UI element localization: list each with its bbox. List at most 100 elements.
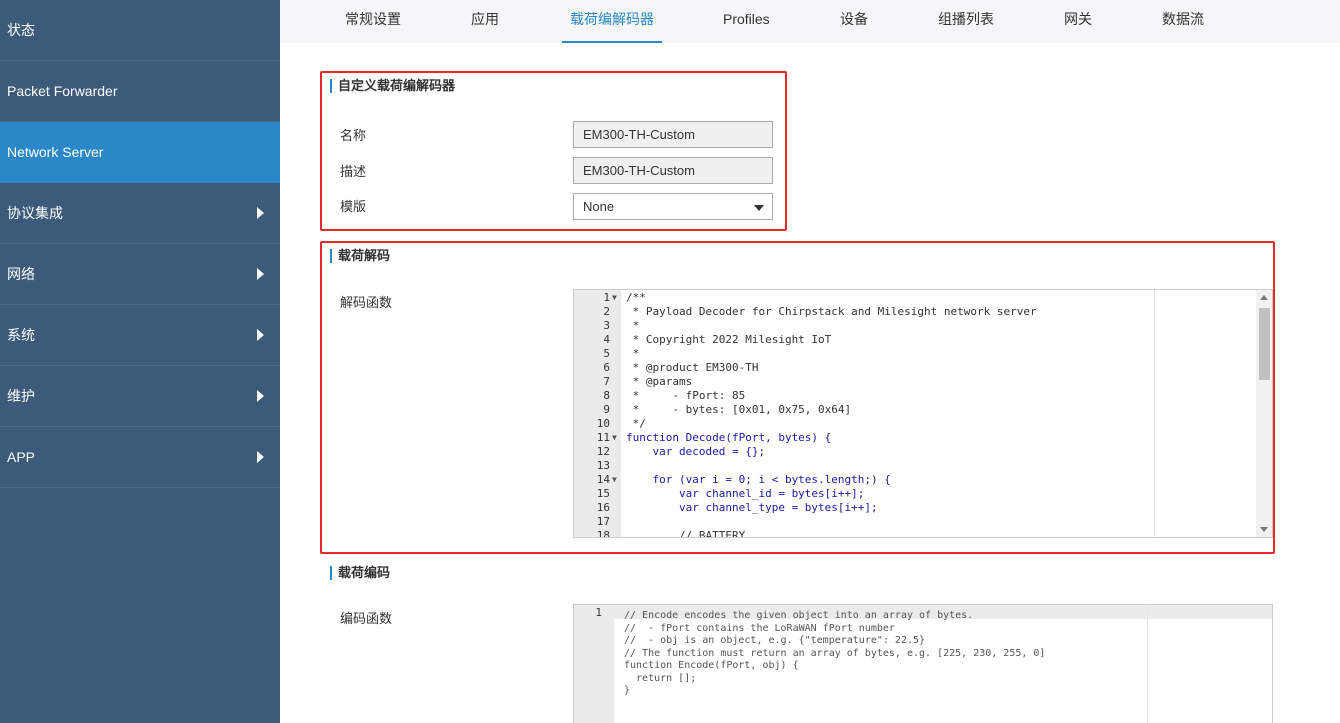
code-line: 18 // BATTERY	[574, 529, 1256, 538]
code-text: */	[626, 417, 646, 430]
code-line: 14 ▼ for (var i = 0; i < bytes.length;) {	[574, 473, 1256, 487]
sidebar-item-label: APP	[7, 449, 36, 465]
decoder-code-lines: 1 ▼/** 2 * Payload Decoder for Chirpstack …	[574, 291, 1256, 538]
scroll-up-icon[interactable]	[1260, 295, 1268, 300]
sidebar-item-protocol-integration[interactable]: 协议集成	[0, 183, 280, 244]
name-input[interactable]: EM300-TH-Custom	[573, 121, 773, 148]
line-number: 16	[596, 501, 610, 514]
code-line: 3 *	[574, 319, 1256, 333]
description-input[interactable]: EM300-TH-Custom	[573, 157, 773, 184]
code-text: * Copyright 2022 Milesight IoT	[626, 333, 832, 346]
line-number-gutter	[574, 605, 614, 723]
tab-gateways[interactable]: 网关	[1064, 0, 1092, 43]
code-text: // BATTERY	[626, 529, 746, 538]
line-number: 7	[603, 375, 610, 388]
code-text: * Payload Decoder for Chirpstack and Mil…	[626, 305, 1037, 318]
scroll-down-icon[interactable]	[1260, 527, 1268, 532]
line-number: 1	[595, 606, 602, 619]
code-text: var channel_type = bytes[i++];	[626, 501, 878, 514]
code-line: // The function must return an array of …	[624, 647, 1046, 659]
decoder-code-editor[interactable]: 1 ▼/** 2 * Payload Decoder for Chirpstack …	[573, 289, 1273, 538]
code-text: var decoded = {};	[626, 445, 766, 458]
code-text: * - fPort: 85	[626, 389, 746, 402]
tab-profiles[interactable]: Profiles	[723, 0, 770, 43]
code-line: 11 ▼ function Decode(fPort, bytes) {	[574, 431, 1256, 445]
sidebar-item-label: Network Server	[7, 144, 104, 160]
sidebar-item-packet-forwarder[interactable]: Packet Forwarder	[0, 61, 280, 122]
code-line: 7 * @params	[574, 375, 1256, 389]
sidebar-item-label: 系统	[7, 327, 35, 343]
sidebar-item-label: 网络	[7, 266, 35, 282]
fold-toggle-icon[interactable]: ▼	[612, 473, 617, 487]
sidebar-item-label: 维护	[7, 388, 35, 404]
tab-general-settings[interactable]: 常规设置	[345, 0, 401, 43]
section-title-decoder: 载荷解码	[330, 249, 390, 263]
code-text: function Decode(fPort, bytes) {	[626, 431, 832, 444]
code-line: // - fPort contains the LoRaWAN fPort nu…	[624, 622, 895, 634]
chevron-right-icon	[257, 329, 264, 341]
decode-function-label: 解码函数	[340, 295, 393, 310]
line-number: 9	[603, 403, 610, 416]
tab-multicast-groups[interactable]: 组播列表	[938, 0, 994, 43]
scroll-thumb[interactable]	[1259, 308, 1270, 380]
tab-applications[interactable]: 应用	[471, 0, 499, 43]
sidebar: 状态 Packet Forwarder Network Server 协议集成 …	[0, 0, 280, 723]
code-text: * - bytes: [0x01, 0x75, 0x64]	[626, 403, 852, 416]
sidebar-item-status[interactable]: 状态	[0, 0, 280, 61]
main-content: 自定义载荷编解码器 名称 EM300-TH-Custom 描述 EM300-TH…	[280, 43, 1340, 723]
template-label: 模版	[340, 199, 367, 214]
code-line: 12 var decoded = {};	[574, 445, 1256, 459]
code-line: 6 * @product EM300-TH	[574, 361, 1256, 375]
tab-devices[interactable]: 设备	[840, 0, 868, 43]
editor-scrollbar[interactable]	[1256, 290, 1272, 537]
code-line: // - obj is an object, e.g. {"temperatur…	[624, 635, 926, 646]
caret-down-icon	[754, 205, 764, 211]
line-number: 10	[596, 417, 610, 430]
line-number: 18	[596, 529, 610, 538]
code-line: 13	[574, 459, 1256, 473]
code-text: /**	[626, 291, 646, 304]
line-number: 3	[603, 319, 610, 332]
sidebar-item-app[interactable]: APP	[0, 427, 280, 488]
chevron-right-icon	[257, 268, 264, 280]
code-line: 1 ▼ /**	[574, 291, 1256, 305]
fold-toggle-icon[interactable]: ▼	[612, 431, 617, 445]
code-line: 10 */	[574, 417, 1256, 431]
description-label: 描述	[340, 164, 367, 179]
line-number: 4	[603, 333, 610, 346]
chevron-right-icon	[257, 207, 264, 219]
chevron-right-icon	[257, 390, 264, 402]
sidebar-item-system[interactable]: 系统	[0, 305, 280, 366]
tab-payload-codec[interactable]: 载荷编解码器	[562, 0, 662, 43]
code-text: * @product EM300-TH	[626, 361, 759, 374]
code-line: 9 * - bytes: [0x01, 0x75, 0x64]	[574, 403, 1256, 417]
code-text: *	[626, 319, 640, 332]
chevron-right-icon	[257, 451, 264, 463]
sidebar-item-label: Packet Forwarder	[7, 83, 118, 99]
code-line: 4 * Copyright 2022 Milesight IoT	[574, 333, 1256, 347]
code-line: 17	[574, 515, 1256, 529]
tab-data-streams[interactable]: 数据流	[1162, 0, 1204, 43]
line-number: 17	[596, 515, 610, 528]
sidebar-item-network[interactable]: 网络	[0, 244, 280, 305]
line-number: 5	[603, 347, 610, 360]
template-select[interactable]: None	[573, 193, 773, 220]
code-line: 8 * - fPort: 85	[574, 389, 1256, 403]
sidebar-item-network-server[interactable]: Network Server	[0, 122, 280, 183]
code-text: var channel_id = bytes[i++];	[626, 487, 865, 500]
sidebar-item-maintenance[interactable]: 维护	[0, 366, 280, 427]
line-number: 14	[596, 473, 610, 486]
code-line: 5 *	[574, 347, 1256, 361]
fold-toggle-icon[interactable]: ▼	[612, 291, 617, 305]
section-title-encoder: 载荷编码	[330, 566, 390, 580]
encoder-code-editor[interactable]: 1 // Encode encodes the given object int…	[573, 604, 1273, 723]
sidebar-item-label: 协议集成	[7, 205, 63, 221]
line-number: 2	[603, 305, 610, 318]
encoder-code-lines: // Encode encodes the given object into …	[624, 610, 1045, 698]
tab-bar: 常规设置 应用 载荷编解码器 Profiles 设备 组播列表 网关 数据流	[280, 0, 1340, 43]
print-margin-line	[1147, 605, 1148, 723]
line-number: 8	[603, 389, 610, 402]
code-line: 2 * Payload Decoder for Chirpstack and M…	[574, 305, 1256, 319]
template-select-value: None	[583, 199, 615, 214]
code-line: }	[624, 685, 631, 696]
